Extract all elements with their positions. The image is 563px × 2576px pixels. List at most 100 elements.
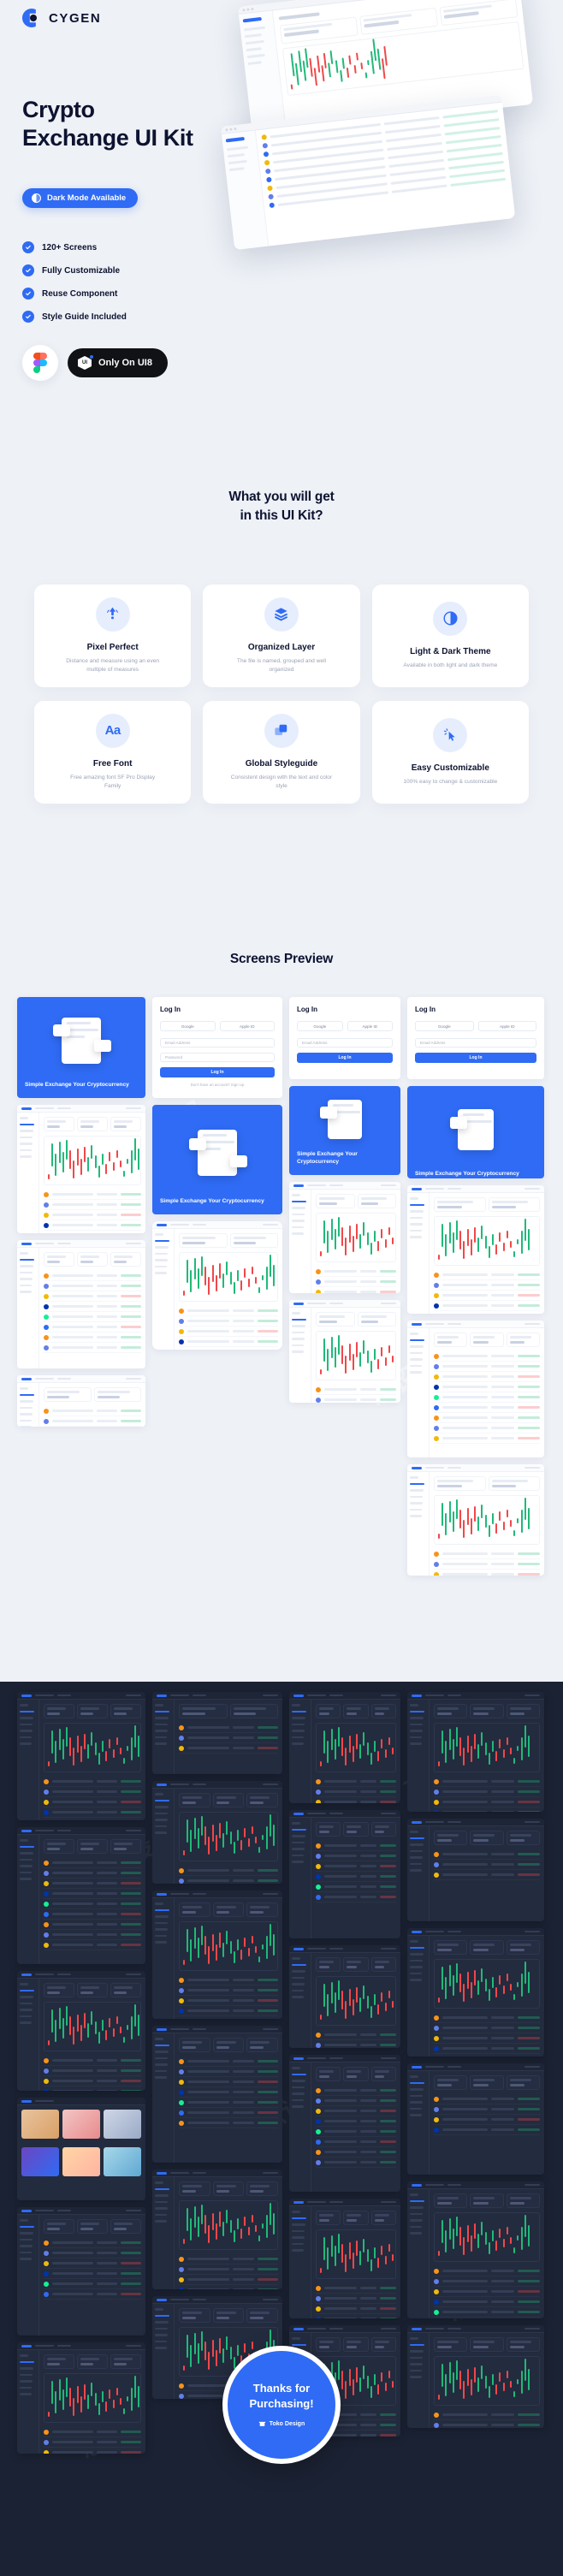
dashboard-screen-4[interactable] <box>407 1185 544 1314</box>
table-row[interactable] <box>434 1291 540 1301</box>
table-row[interactable] <box>44 1818 141 1820</box>
onboarding-screen[interactable]: Simple Exchange Your Cryptocurrency <box>17 997 145 1098</box>
app-sidebar[interactable] <box>152 1898 175 2019</box>
dark-screen[interactable] <box>407 2325 544 2428</box>
app-sidebar[interactable] <box>289 1190 311 1293</box>
app-sidebar[interactable] <box>289 2063 311 2192</box>
chart-screen-3[interactable] <box>289 1300 400 1403</box>
table-row[interactable] <box>179 1996 278 2006</box>
dark-screen[interactable] <box>152 1692 282 1774</box>
table-row[interactable] <box>44 1868 141 1879</box>
app-sidebar[interactable] <box>17 2350 39 2454</box>
table-row[interactable] <box>434 1413 540 1423</box>
table-row[interactable] <box>434 1433 540 1444</box>
table-row[interactable] <box>434 1570 540 1576</box>
login-screen-1[interactable]: Log In Google Apple ID Email Address Pas… <box>152 997 282 1098</box>
dark-screen[interactable] <box>407 2181 544 2318</box>
table-row[interactable] <box>316 2304 396 2314</box>
table-row[interactable] <box>44 2076 141 2086</box>
table-row[interactable] <box>316 1787 396 1797</box>
table-row[interactable] <box>44 2289 141 2300</box>
table-row[interactable] <box>179 2016 278 2019</box>
table-row[interactable] <box>44 1312 141 1322</box>
brand-logo[interactable]: CYGEN <box>22 9 101 27</box>
table-row[interactable] <box>434 2023 540 2033</box>
dashboard-screen-3[interactable] <box>289 1182 400 1293</box>
dark-screen[interactable] <box>407 1928 544 2057</box>
login-screen-2[interactable]: Log In Google Apple ID Email Address Log… <box>289 997 400 1079</box>
table-row[interactable] <box>316 2106 396 2116</box>
table-row[interactable] <box>316 1267 396 1277</box>
app-sidebar[interactable] <box>407 2189 430 2318</box>
table-row[interactable] <box>179 1347 278 1350</box>
app-sidebar[interactable] <box>407 1700 430 1812</box>
table-row[interactable] <box>44 1190 141 1200</box>
table-row[interactable] <box>434 1849 540 1860</box>
dark-screen[interactable] <box>289 1945 400 2048</box>
table-row[interactable] <box>44 2066 141 2076</box>
table-row[interactable] <box>179 1866 278 1876</box>
table-row[interactable] <box>179 1985 278 1996</box>
table-row[interactable] <box>316 1277 396 1287</box>
table-row[interactable] <box>434 1280 540 1291</box>
table-row[interactable] <box>316 1892 396 1902</box>
table-row[interactable] <box>434 2104 540 2115</box>
table-row[interactable] <box>434 1807 540 1812</box>
table-row[interactable] <box>316 2294 396 2304</box>
app-sidebar[interactable] <box>407 1472 430 1576</box>
login-google-button[interactable]: Google <box>160 1021 216 1031</box>
onboarding-screen-4[interactable]: Simple Exchange Your Cryptocurrency <box>407 1086 544 1178</box>
dark-screen[interactable] <box>407 2063 544 2175</box>
table-row[interactable] <box>316 1385 396 1395</box>
app-sidebar[interactable] <box>17 2215 39 2336</box>
dark-screen[interactable] <box>289 2199 400 2318</box>
dark-screen[interactable] <box>17 2207 145 2336</box>
app-sidebar[interactable] <box>17 1700 39 1820</box>
table-row[interactable] <box>316 1777 396 1787</box>
dark-screen[interactable] <box>289 1810 400 1938</box>
table-row[interactable] <box>434 1787 540 1797</box>
dark-screen[interactable] <box>152 1781 282 1884</box>
dark-screen[interactable] <box>407 1692 544 1812</box>
table-row[interactable] <box>434 1270 540 1280</box>
app-sidebar[interactable] <box>289 1700 311 1803</box>
app-sidebar[interactable] <box>17 1248 39 1368</box>
table-row[interactable] <box>179 1337 278 1347</box>
table-row[interactable] <box>44 1858 141 1868</box>
table-row[interactable] <box>316 2096 396 2106</box>
dark-screen[interactable] <box>407 1819 544 1921</box>
market-screen-4[interactable] <box>407 1321 544 1457</box>
table-row[interactable] <box>44 1940 141 1950</box>
table-row[interactable] <box>434 1777 540 1787</box>
table-row[interactable] <box>316 2040 396 2048</box>
table-row[interactable] <box>44 1210 141 1220</box>
dark-screen[interactable] <box>17 1971 145 2091</box>
login-google-button-2[interactable]: Google <box>297 1021 343 1031</box>
table-row[interactable] <box>434 2033 540 2044</box>
table-row[interactable] <box>179 1306 278 1316</box>
mobile-screen-1[interactable] <box>152 1221 282 1350</box>
table-row[interactable] <box>44 2086 141 2091</box>
app-sidebar[interactable] <box>17 1383 39 1427</box>
table-row[interactable] <box>434 2013 540 2023</box>
market-screen-1[interactable] <box>17 1240 145 1368</box>
table-row[interactable] <box>44 2269 141 2279</box>
table-row[interactable] <box>179 1723 278 1733</box>
ui8-badge[interactable]: UI Only On UI8 <box>68 348 168 377</box>
app-sidebar[interactable] <box>289 1818 311 1938</box>
table-row[interactable] <box>44 1322 141 1333</box>
table-row[interactable] <box>179 1975 278 1985</box>
table-row[interactable] <box>434 2115 540 2125</box>
table-row[interactable] <box>179 1743 278 1754</box>
table-row[interactable] <box>44 2248 141 2258</box>
app-sidebar[interactable] <box>152 1229 175 1350</box>
login-screen-3[interactable]: Log In Google Apple ID Email Address Log In <box>407 997 544 1079</box>
dark-screen[interactable] <box>152 2026 282 2163</box>
table-row[interactable] <box>179 2118 278 2128</box>
table-row[interactable] <box>44 1220 141 1231</box>
table-row[interactable] <box>434 2094 540 2104</box>
onboarding-screen-3[interactable]: Simple Exchange Your Cryptocurrency <box>289 1086 400 1175</box>
table-row[interactable] <box>316 2030 396 2040</box>
table-row[interactable] <box>316 1872 396 1882</box>
table-row[interactable] <box>434 1423 540 1433</box>
